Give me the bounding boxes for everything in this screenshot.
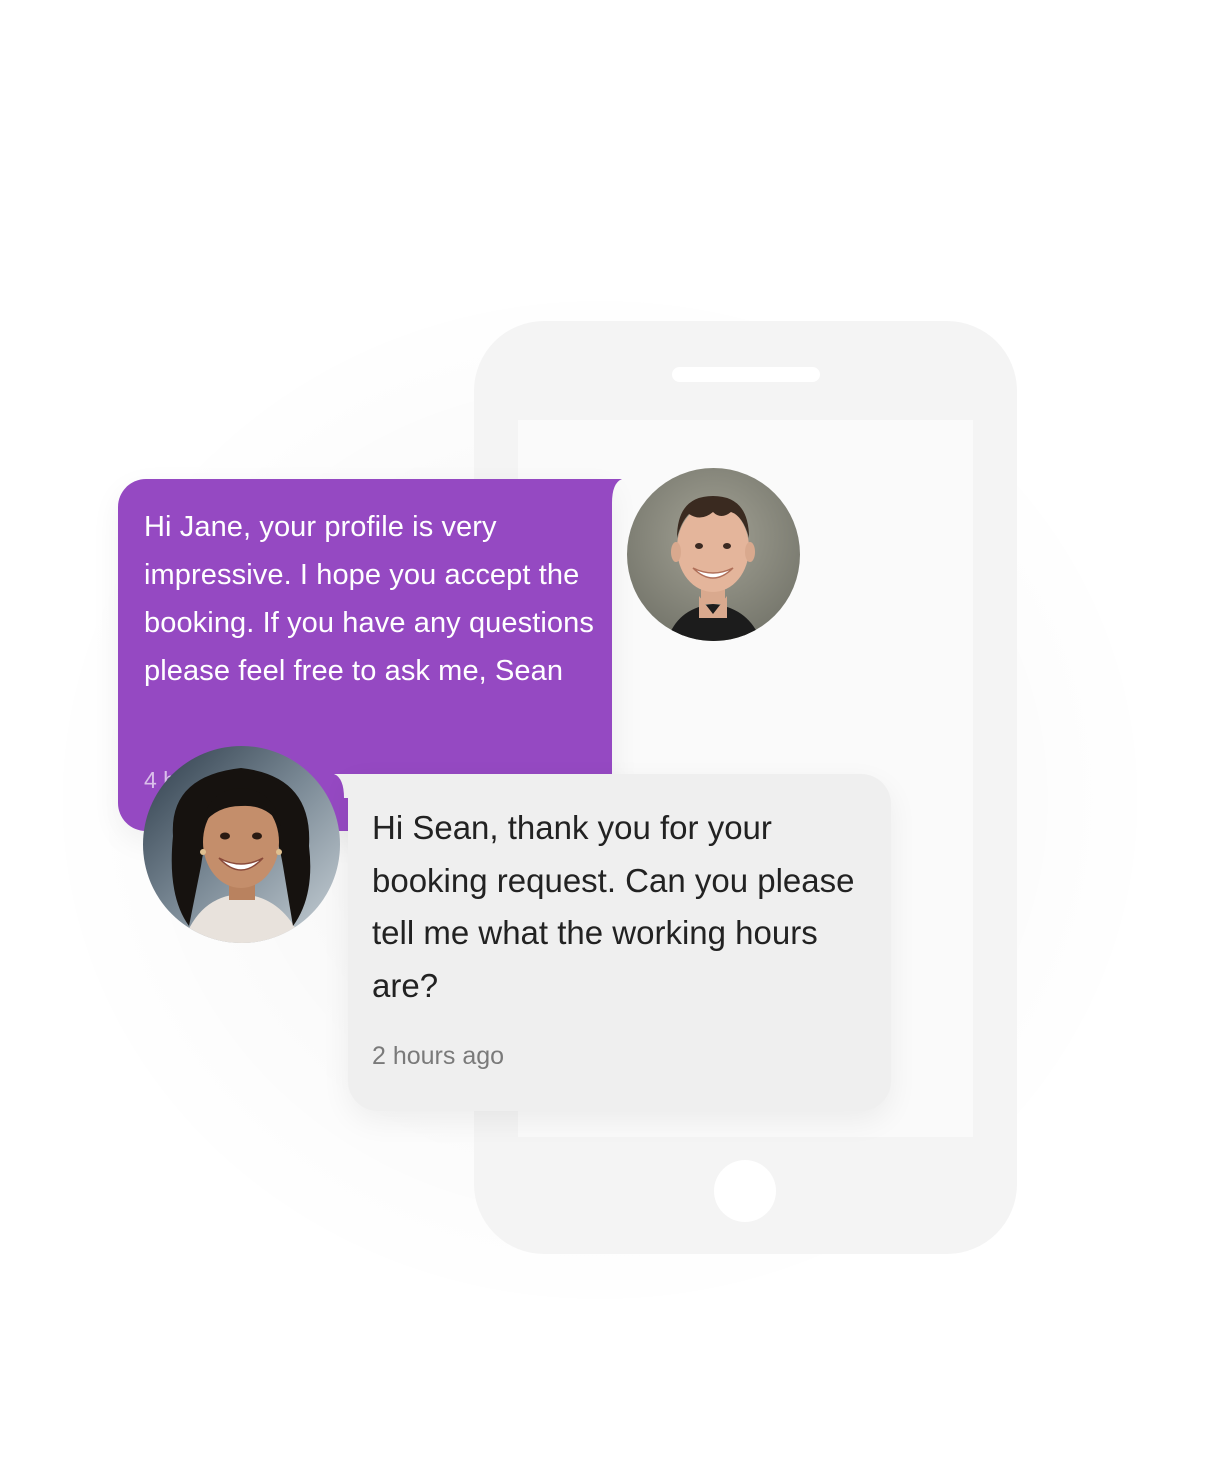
phone-speaker bbox=[672, 367, 820, 382]
avatar-sean bbox=[627, 468, 800, 641]
bubble-tail-jane bbox=[334, 774, 358, 798]
bubble-tail-sean bbox=[598, 479, 622, 503]
message-text-sean: Hi Jane, your profile is very impressive… bbox=[144, 511, 594, 687]
chat-illustration: Hi Jane, your profile is very impressive… bbox=[0, 0, 1212, 1476]
message-text-jane: Hi Sean, thank you for your booking requ… bbox=[372, 809, 855, 1004]
avatar-jane bbox=[143, 746, 340, 943]
phone-home-button bbox=[714, 1160, 776, 1222]
message-bubble-jane: Hi Sean, thank you for your booking requ… bbox=[348, 774, 891, 1111]
message-time-jane: 2 hours ago bbox=[372, 1042, 505, 1070]
